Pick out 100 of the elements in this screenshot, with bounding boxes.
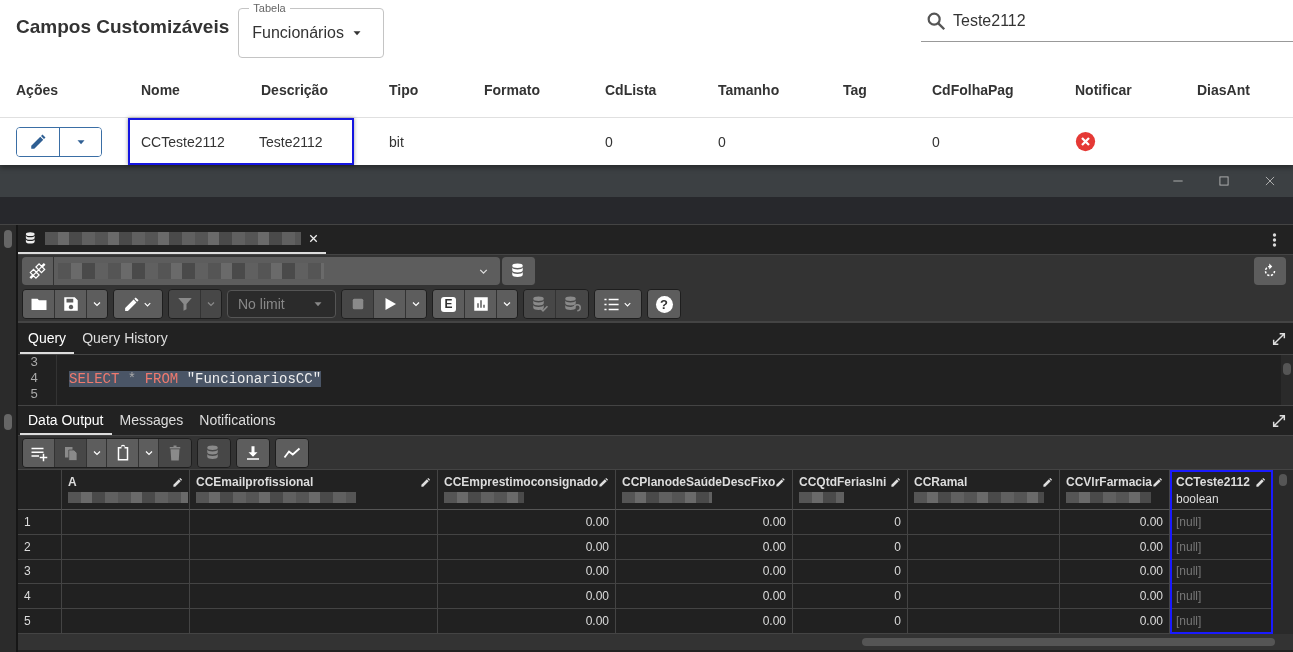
dropdown-button[interactable] bbox=[87, 438, 107, 467]
column-name: A bbox=[68, 475, 77, 489]
column-name: CCPlanodeSaúdeDescFixo bbox=[622, 475, 776, 489]
table-cell-text: Teste2112 bbox=[258, 132, 324, 152]
table-cell-text: CCTeste2112 bbox=[140, 132, 226, 152]
scroll-handle[interactable] bbox=[4, 414, 12, 430]
column-header: Descrição bbox=[248, 62, 354, 118]
field-label: Tabela bbox=[249, 2, 290, 15]
table-cell: 0 bbox=[793, 534, 908, 560]
column-name: CCRamal bbox=[914, 475, 968, 489]
new-connection-button[interactable] bbox=[502, 257, 536, 285]
page-title: Campos Customizáveis bbox=[16, 16, 230, 38]
pencil-icon[interactable] bbox=[420, 476, 431, 488]
pencil-icon bbox=[29, 132, 47, 151]
table-cell: 0.00 bbox=[438, 534, 616, 560]
table-cell: 0.00 bbox=[616, 559, 793, 585]
pencil-icon[interactable] bbox=[598, 476, 609, 488]
dropdown-button[interactable] bbox=[87, 290, 107, 318]
column-name: CCEmailprofissional bbox=[196, 475, 314, 489]
table-cell: 0.00 bbox=[1060, 584, 1170, 610]
blurred-text bbox=[799, 492, 844, 503]
column-header: Ações bbox=[0, 62, 128, 118]
column-header: CdLista bbox=[592, 62, 705, 118]
column-header: Tipo bbox=[354, 62, 471, 118]
column-header: Notificar bbox=[1062, 62, 1184, 118]
column-name: CCTeste2112 bbox=[1176, 475, 1250, 489]
expand-icon[interactable] bbox=[1271, 412, 1287, 429]
database-undo-icon bbox=[563, 295, 581, 313]
add-row-button[interactable] bbox=[23, 438, 55, 467]
line-number: 4 bbox=[29, 371, 39, 387]
table-cell-text: 0 bbox=[604, 132, 614, 152]
table-cell-text: bit bbox=[388, 132, 405, 152]
pencil-icon[interactable] bbox=[775, 476, 786, 488]
save-button[interactable] bbox=[55, 290, 87, 318]
table-cell: 0.00 bbox=[616, 534, 793, 560]
table-cell: 0 bbox=[793, 509, 908, 535]
search-icon bbox=[925, 10, 947, 32]
table-cell: 0.00 bbox=[438, 559, 616, 585]
expand-icon[interactable] bbox=[1271, 330, 1287, 347]
paste-button[interactable] bbox=[107, 438, 139, 467]
pencil-icon bbox=[123, 295, 140, 313]
help-button[interactable]: ? bbox=[648, 290, 680, 318]
table-cell: 0.00 bbox=[1060, 509, 1170, 535]
pencil-icon[interactable] bbox=[1152, 476, 1163, 488]
download-icon bbox=[244, 443, 262, 462]
table-cell-text: 0 bbox=[717, 132, 727, 152]
pencil-icon[interactable] bbox=[172, 476, 183, 488]
dropdown-button[interactable] bbox=[497, 290, 517, 318]
scroll-thumb[interactable] bbox=[1283, 363, 1291, 375]
scroll-thumb[interactable] bbox=[862, 638, 1275, 646]
pencil-icon[interactable] bbox=[1042, 476, 1053, 488]
column-type: boolean bbox=[1176, 492, 1219, 506]
table-cell: 0 bbox=[793, 559, 908, 585]
line-number: 3 bbox=[29, 355, 39, 371]
bar-chart-icon bbox=[471, 295, 490, 313]
column-header: DiasAnt bbox=[1184, 62, 1293, 118]
macros-button[interactable] bbox=[595, 290, 641, 318]
explain-analyze-button[interactable] bbox=[465, 290, 497, 318]
download-button[interactable] bbox=[237, 438, 269, 467]
dropdown-button[interactable] bbox=[406, 290, 426, 318]
tab[interactable]: Notifications bbox=[191, 406, 284, 435]
row-number: 3 bbox=[18, 559, 62, 585]
close-icon bbox=[1263, 174, 1277, 188]
execute-button[interactable] bbox=[374, 290, 406, 318]
scroll-handle[interactable] bbox=[4, 230, 12, 248]
table-cell: 0 bbox=[793, 584, 908, 610]
pencil-icon[interactable] bbox=[1255, 476, 1266, 488]
column-header: Tag bbox=[830, 62, 919, 118]
line-number: 5 bbox=[29, 387, 39, 403]
table-cell: 0.00 bbox=[438, 509, 616, 535]
close-icon[interactable] bbox=[307, 232, 320, 245]
refresh-button[interactable] bbox=[1254, 257, 1286, 285]
open-file-button[interactable] bbox=[23, 290, 55, 318]
database-check-icon bbox=[530, 295, 549, 313]
connection-button[interactable] bbox=[22, 257, 54, 285]
dropdown-button[interactable] bbox=[139, 438, 159, 467]
pencil-icon[interactable] bbox=[890, 476, 901, 488]
search-field[interactable]: Teste2112 bbox=[921, 0, 1293, 42]
scroll-thumb[interactable] bbox=[1279, 474, 1287, 486]
tab[interactable]: Query History bbox=[74, 323, 176, 354]
table-cell: 0.00 bbox=[1060, 559, 1170, 585]
dropdown-button[interactable] bbox=[59, 127, 101, 156]
column-header: CdFolhaPag bbox=[919, 62, 1062, 118]
column-header: Tamanho bbox=[705, 62, 830, 118]
edit-menu-button[interactable] bbox=[114, 290, 162, 318]
column-header: Nome bbox=[128, 62, 248, 118]
column-name: CCQtdFeriasIni bbox=[799, 475, 887, 489]
column-name: CCVlrFarmacia bbox=[1066, 475, 1153, 489]
column-header: Formato bbox=[471, 62, 592, 118]
maximize-icon bbox=[1217, 174, 1231, 188]
explain-button[interactable]: E bbox=[433, 290, 465, 318]
tab[interactable]: Messages bbox=[111, 406, 192, 435]
table-cell: 0.00 bbox=[616, 509, 793, 535]
row-number: 4 bbox=[18, 584, 62, 610]
graph-button[interactable] bbox=[276, 438, 308, 467]
more-options-icon[interactable] bbox=[1272, 232, 1277, 248]
table-cell-text: 0 bbox=[931, 132, 941, 152]
row-number: 2 bbox=[18, 534, 62, 560]
table-cell: 0.00 bbox=[616, 584, 793, 610]
table-cell: 0.00 bbox=[1060, 534, 1170, 560]
